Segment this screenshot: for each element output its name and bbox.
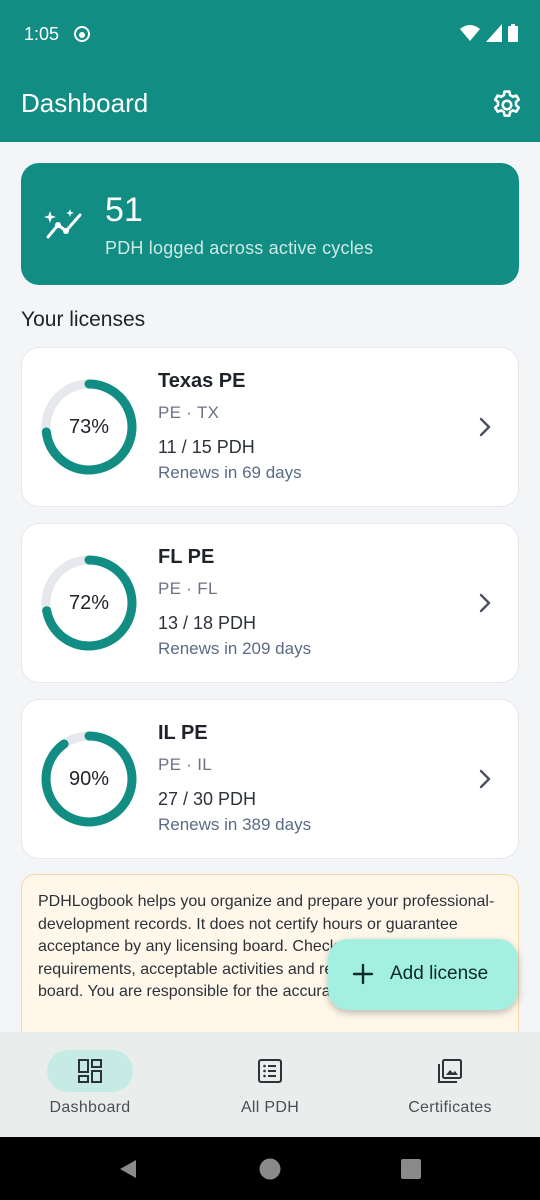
status-icons (460, 24, 518, 42)
license-name: IL PE (158, 722, 208, 744)
license-card[interactable]: 90% IL PE PE · IL 27 / 30 PDH Renews in … (21, 699, 519, 859)
system-navigation-bar (0, 1137, 540, 1200)
nav-item-certificates[interactable]: Certificates (360, 1032, 540, 1137)
page-title: Dashboard (21, 88, 149, 118)
license-name: FL PE (158, 546, 215, 568)
license-card[interactable]: 73% Texas PE PE · TX 11 / 15 PDH Renews … (21, 347, 519, 507)
nav-label-dashboard: Dashboard (49, 1099, 131, 1116)
battery-icon (508, 24, 518, 42)
license-progress: 27 / 30 PDH (158, 789, 257, 809)
back-icon[interactable] (118, 1158, 138, 1180)
nav-item-dashboard[interactable]: Dashboard (0, 1032, 180, 1137)
percent-label: 90% (68, 767, 110, 790)
summary-caption: PDH logged across active cycles (105, 238, 374, 258)
percent-label: 73% (68, 415, 110, 438)
bottom-navigation: Dashboard All PDH Certificates (0, 1032, 540, 1137)
license-renewal: Renews in 69 days (158, 463, 302, 482)
recents-icon[interactable] (401, 1159, 421, 1179)
smiley-icon (74, 26, 90, 42)
license-renewal: Renews in 389 days (158, 815, 312, 834)
nav-item-all-pdh[interactable]: All PDH (180, 1032, 360, 1137)
nav-label-certificates: Certificates (408, 1099, 492, 1116)
wifi-icon (460, 25, 480, 41)
summary-value: 51 (105, 191, 143, 229)
license-card[interactable]: 72% FL PE PE · FL 13 / 18 PDH Renews in … (21, 523, 519, 683)
trending-sparkle-icon (44, 209, 82, 239)
license-progress: 11 / 15 PDH (158, 437, 255, 457)
section-heading: Your licenses (21, 308, 146, 331)
license-meta: PE · IL (158, 755, 213, 774)
list-icon (258, 1059, 282, 1083)
license-name: Texas PE (158, 370, 246, 392)
chevron-right-icon (479, 593, 491, 613)
percent-label: 72% (68, 591, 110, 614)
home-icon[interactable] (259, 1158, 281, 1180)
license-renewal: Renews in 209 days (158, 639, 312, 658)
plus-icon (352, 963, 374, 985)
photo-library-icon (438, 1059, 462, 1083)
license-meta: PE · TX (158, 403, 220, 422)
add-license-button[interactable]: Add license (328, 939, 518, 1010)
status-time: 1:05 (24, 24, 60, 44)
gear-icon[interactable] (490, 88, 524, 122)
app-bar: Dashboard (0, 70, 540, 142)
nav-label-all-pdh: All PDH (240, 1099, 300, 1116)
license-progress: 13 / 18 PDH (158, 613, 257, 633)
summary-card: 51 PDH logged across active cycles (21, 163, 519, 285)
license-meta: PE · FL (158, 579, 218, 598)
status-bar: 1:05 (0, 0, 540, 70)
dashboard-icon (78, 1059, 102, 1083)
add-license-label: Add license (390, 963, 489, 984)
signal-icon (486, 24, 502, 42)
chevron-right-icon (479, 417, 491, 437)
chevron-right-icon (479, 769, 491, 789)
